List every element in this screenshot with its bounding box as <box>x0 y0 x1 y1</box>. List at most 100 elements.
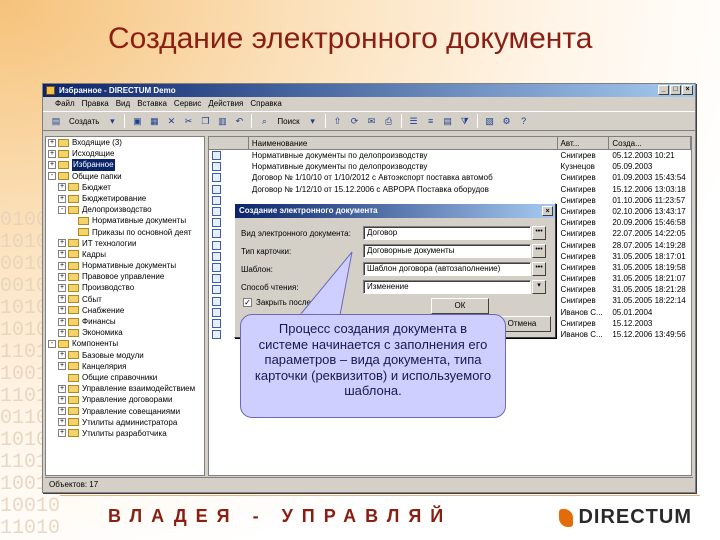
menu-insert[interactable]: Вставка <box>137 97 167 111</box>
tree-item[interactable]: + Бюджет <box>46 182 204 193</box>
list-row[interactable]: Договор № 1/12/10 от 15.12.2006 с АВРОРА… <box>209 184 691 195</box>
tree-item[interactable]: + Утилиты разработчика <box>46 428 204 439</box>
ellipsis-icon[interactable]: ••• <box>532 244 546 258</box>
read-mode-field[interactable]: Изменение <box>363 280 531 294</box>
close-after-checkbox[interactable]: ✓ Закрыть после <box>243 298 311 307</box>
tree-item[interactable]: + Управление взаимодействием <box>46 383 204 394</box>
expand-icon[interactable]: + <box>58 317 66 326</box>
tree-view-icon[interactable]: ☰ <box>407 113 421 129</box>
menu-file[interactable]: Файл <box>55 97 75 111</box>
tree-item[interactable]: + Снабжение <box>46 305 204 316</box>
list-row[interactable]: Нормативные документы по делопроизводств… <box>209 150 691 161</box>
tree-item[interactable]: + Управление договорами <box>46 394 204 405</box>
collapse-icon[interactable]: - <box>48 172 56 181</box>
column-header-icon[interactable] <box>209 137 249 149</box>
search-icon[interactable]: ⌕ <box>257 113 271 129</box>
expand-icon[interactable]: + <box>58 306 66 315</box>
tree-item[interactable]: Нормативные документы <box>46 215 204 226</box>
create-button[interactable]: Создать <box>66 113 102 129</box>
collapse-icon[interactable]: - <box>48 339 56 348</box>
undo-icon[interactable]: ↶ <box>232 113 246 129</box>
collapse-icon[interactable]: - <box>58 205 66 214</box>
tree-item[interactable]: + Правовое управление <box>46 271 204 282</box>
tree-item[interactable]: + Утилиты администратора <box>46 417 204 428</box>
tree-item[interactable]: + ИТ технологии <box>46 238 204 249</box>
tree-item[interactable]: + Избранное <box>46 159 204 171</box>
delete-icon[interactable]: ✕ <box>164 113 178 129</box>
tree-item[interactable]: + Нормативные документы <box>46 260 204 271</box>
tree-item[interactable]: - Компоненты <box>46 338 204 349</box>
expand-icon[interactable]: + <box>58 272 66 281</box>
refresh-icon[interactable]: ⟳ <box>348 113 362 129</box>
expand-icon[interactable]: + <box>58 250 66 259</box>
expand-icon[interactable]: + <box>58 284 66 293</box>
new-doc-icon[interactable]: ▤ <box>49 113 63 129</box>
tree-item[interactable]: + Кадры <box>46 249 204 260</box>
list-row[interactable]: Нормативные документы по делопроизводств… <box>209 161 691 172</box>
menu-edit[interactable]: Правка <box>82 97 109 111</box>
ellipsis-icon[interactable]: ••• <box>532 226 546 240</box>
expand-icon[interactable]: + <box>58 261 66 270</box>
tree-item[interactable]: + Бюджетирование <box>46 193 204 204</box>
tree-item[interactable]: + Сбыт <box>46 294 204 305</box>
checkbox-icon[interactable]: ✓ <box>243 298 252 307</box>
expand-icon[interactable]: + <box>58 362 66 371</box>
tree-item[interactable]: + Экономика <box>46 327 204 338</box>
tree-item[interactable]: + Финансы <box>46 316 204 327</box>
tree-item[interactable]: + Производство <box>46 282 204 293</box>
tree-item[interactable]: Приказы по основной деят <box>46 227 204 238</box>
folder-icon[interactable]: ▣ <box>130 113 144 129</box>
tree-item[interactable]: + Канцелярия <box>46 361 204 372</box>
expand-icon[interactable]: + <box>58 239 66 248</box>
copy-icon[interactable]: ❐ <box>198 113 212 129</box>
ellipsis-icon[interactable]: ••• <box>532 262 546 276</box>
dialog-close-icon[interactable]: × <box>542 206 553 216</box>
expand-icon[interactable]: + <box>58 395 66 404</box>
expand-icon[interactable]: + <box>48 138 56 147</box>
expand-icon[interactable]: + <box>58 295 66 304</box>
up-folder-icon[interactable]: ⇧ <box>331 113 345 129</box>
export-icon[interactable]: ▧ <box>483 113 497 129</box>
list-view-icon[interactable]: ≡ <box>424 113 438 129</box>
settings-icon[interactable]: ⚙ <box>500 113 514 129</box>
expand-icon[interactable]: + <box>58 183 66 192</box>
expand-icon[interactable]: + <box>48 160 56 169</box>
properties-icon[interactable]: ▦ <box>147 113 161 129</box>
chevron-down-icon[interactable]: ▾ <box>532 280 546 294</box>
dropdown-icon[interactable]: ▾ <box>306 113 320 129</box>
tree-item[interactable]: - Общие папки <box>46 171 204 182</box>
tree-item[interactable]: + Управление совещаниями <box>46 406 204 417</box>
help-icon[interactable]: ? <box>517 113 531 129</box>
maximize-icon[interactable]: □ <box>670 85 681 95</box>
template-field[interactable]: Шаблон договора (автозаполнение) <box>363 262 531 276</box>
expand-icon[interactable]: + <box>58 429 66 438</box>
cut-icon[interactable]: ✂ <box>181 113 195 129</box>
tree-item[interactable]: + Базовые модули <box>46 350 204 361</box>
close-icon[interactable]: × <box>682 85 693 95</box>
column-header-name[interactable]: Наименование <box>249 137 558 149</box>
doc-kind-field[interactable]: Договор <box>363 226 531 240</box>
menu-actions[interactable]: Действия <box>208 97 243 111</box>
paste-icon[interactable]: ▥ <box>215 113 229 129</box>
tree-item[interactable]: + Входящие (3) <box>46 137 204 148</box>
minimize-icon[interactable]: _ <box>658 85 669 95</box>
column-header-author[interactable]: Авт... <box>558 137 610 149</box>
list-row[interactable]: Договор № 1/10/10 от 1/10/2012 с Автоэкс… <box>209 172 691 183</box>
send-icon[interactable]: ✉ <box>365 113 379 129</box>
expand-icon[interactable]: + <box>58 418 66 427</box>
expand-icon[interactable]: + <box>48 149 56 158</box>
menu-service[interactable]: Сервис <box>174 97 201 111</box>
dropdown-icon[interactable]: ▾ <box>105 113 119 129</box>
filter-icon[interactable]: ⧩ <box>458 113 472 129</box>
print-icon[interactable]: ⎙ <box>382 113 396 129</box>
ok-button[interactable]: ОК <box>431 298 489 314</box>
tree-item[interactable]: + Исходящие <box>46 148 204 159</box>
tree-item[interactable]: Общие справочники <box>46 372 204 383</box>
expand-icon[interactable]: + <box>58 407 66 416</box>
expand-icon[interactable]: + <box>58 328 66 337</box>
details-view-icon[interactable]: ▤ <box>441 113 455 129</box>
expand-icon[interactable]: + <box>58 384 66 393</box>
search-button[interactable]: Поиск <box>274 113 302 129</box>
card-type-field[interactable]: Договорные документы <box>363 244 531 258</box>
menu-help[interactable]: Справка <box>250 97 281 111</box>
